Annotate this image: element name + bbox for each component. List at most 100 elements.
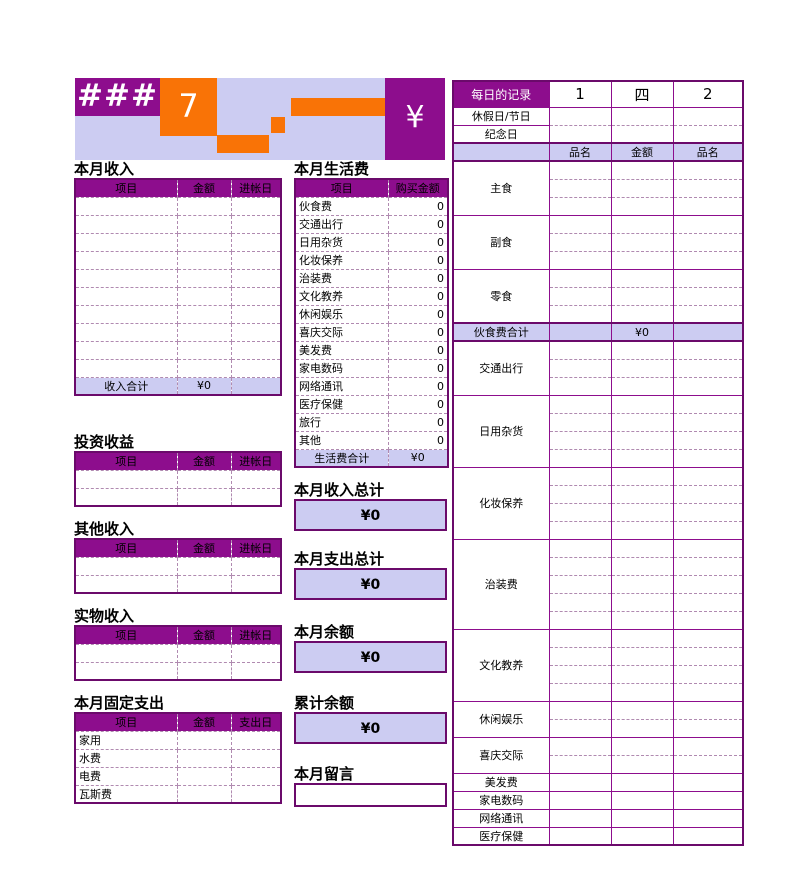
table-row[interactable]: 化妆保养 (452, 466, 744, 540)
daily-cell-name-2[interactable] (672, 484, 744, 504)
table-row[interactable] (74, 358, 282, 378)
table-row[interactable]: 伙食费 0 (294, 196, 449, 216)
income-cell-item[interactable] (74, 304, 178, 324)
daily-cell-amount[interactable] (610, 502, 674, 522)
daily-anniversary-cell[interactable] (672, 124, 744, 144)
daily-cell-name-2[interactable] (672, 412, 744, 432)
income-cell-item[interactable] (74, 268, 178, 288)
daily-cell-name[interactable] (548, 502, 612, 522)
daily-cell-amount[interactable] (610, 700, 674, 720)
fixed-expense-cell-date[interactable] (230, 730, 282, 750)
fixed-expense-cell-amount[interactable] (176, 730, 232, 750)
income-cell-item[interactable] (74, 250, 178, 270)
daily-cell-name-2[interactable] (672, 430, 744, 450)
daily-cell-amount[interactable] (610, 394, 674, 414)
fixed-expense-cell-date[interactable] (230, 748, 282, 768)
daily-cell-amount[interactable] (610, 736, 674, 756)
daily-cell-amount[interactable] (610, 160, 674, 180)
daily-cell-name-2[interactable] (672, 700, 744, 720)
daily-cell-name[interactable] (548, 484, 612, 504)
table-row[interactable]: 旅行 0 (294, 412, 449, 432)
table-row[interactable]: 日用杂货 0 (294, 232, 449, 252)
fixed-expense-cell-item[interactable]: 电费 (74, 766, 178, 786)
income-cell-date[interactable] (230, 268, 282, 288)
table-row[interactable]: 家电数码 (452, 790, 744, 810)
daily-cell-amount[interactable] (610, 214, 674, 234)
income-cell-amount[interactable] (176, 232, 232, 252)
living-expense-cell-amount[interactable]: 0 (387, 232, 449, 252)
daily-cell-name-2[interactable] (672, 358, 744, 378)
income-cell-amount[interactable] (176, 340, 232, 360)
daily-cell-amount[interactable] (610, 250, 674, 270)
table-row[interactable]: 主食 (452, 160, 744, 216)
table-row[interactable] (74, 214, 282, 234)
daily-cell-amount[interactable] (610, 790, 674, 810)
table-row[interactable]: 水费 (74, 748, 282, 768)
daily-anniversary-cell[interactable] (610, 124, 674, 144)
other-income-cell-date[interactable] (230, 574, 282, 594)
daily-cell-amount[interactable] (610, 610, 674, 630)
daily-cell-name[interactable] (548, 610, 612, 630)
daily-cell-name-2[interactable] (672, 826, 744, 846)
income-cell-item[interactable] (74, 322, 178, 342)
investment-cell-date[interactable] (230, 487, 282, 507)
daily-cell-name-2[interactable] (672, 664, 744, 684)
fixed-expense-cell-item[interactable]: 水费 (74, 748, 178, 768)
in-kind-income-table[interactable]: 项目 金额 进帐日 (74, 625, 282, 681)
daily-cell-name[interactable] (548, 178, 612, 198)
daily-cell-name-2[interactable] (672, 592, 744, 612)
daily-cell-name-2[interactable] (672, 466, 744, 486)
daily-cell-name-2[interactable] (672, 538, 744, 558)
income-cell-date[interactable] (230, 304, 282, 324)
daily-cell-name-2[interactable] (672, 250, 744, 270)
daily-cell-amount[interactable] (610, 646, 674, 666)
income-cell-amount[interactable] (176, 304, 232, 324)
fixed-expense-table[interactable]: 项目 金额 支出日 家用 水费 电费 瓦斯费 (74, 712, 282, 804)
other-income-cell-amount[interactable] (176, 574, 232, 594)
daily-cell-name[interactable] (548, 430, 612, 450)
daily-cell-amount[interactable] (610, 484, 674, 504)
table-row[interactable] (74, 286, 282, 306)
daily-cell-name-2[interactable] (672, 502, 744, 522)
daily-cell-name-2[interactable] (672, 628, 744, 648)
daily-cell-name-2[interactable] (672, 340, 744, 360)
living-expense-cell-amount[interactable]: 0 (387, 214, 449, 234)
living-expense-cell-amount[interactable]: 0 (387, 394, 449, 414)
daily-cell-name[interactable] (548, 196, 612, 216)
daily-cell-name[interactable] (548, 772, 612, 792)
daily-cell-name[interactable] (548, 376, 612, 396)
investment-cell-date[interactable] (230, 469, 282, 489)
income-cell-amount[interactable] (176, 196, 232, 216)
income-cell-amount[interactable] (176, 250, 232, 270)
daily-cell-name-2[interactable] (672, 772, 744, 792)
income-table[interactable]: 项目 金额 进帐日 收入合计 ¥0 (74, 178, 282, 396)
daily-cell-amount[interactable] (610, 448, 674, 468)
other-income-cell-date[interactable] (230, 556, 282, 576)
daily-cell-name-2[interactable] (672, 304, 744, 324)
table-row[interactable]: 日用杂货 (452, 394, 744, 468)
daily-cell-name-2[interactable] (672, 574, 744, 594)
daily-cell-name-2[interactable] (672, 682, 744, 702)
income-cell-date[interactable] (230, 286, 282, 306)
fixed-expense-cell-amount[interactable] (176, 784, 232, 804)
table-row[interactable]: 其他 0 (294, 430, 449, 450)
investment-cell-item[interactable] (74, 469, 178, 489)
living-expense-cell-amount[interactable]: 0 (387, 376, 449, 396)
daily-cell-amount[interactable] (610, 232, 674, 252)
table-row[interactable]: 家用 (74, 730, 282, 750)
income-cell-date[interactable] (230, 322, 282, 342)
daily-cell-name-2[interactable] (672, 754, 744, 774)
daily-cell-amount[interactable] (610, 268, 674, 288)
daily-cell-amount[interactable] (610, 412, 674, 432)
daily-cell-name[interactable] (548, 466, 612, 486)
daily-cell-amount[interactable] (610, 628, 674, 648)
income-cell-item[interactable] (74, 340, 178, 360)
living-expense-cell-amount[interactable]: 0 (387, 286, 449, 306)
income-cell-item[interactable] (74, 286, 178, 306)
daily-cell-name-2[interactable] (672, 610, 744, 630)
table-row[interactable] (74, 268, 282, 288)
investment-table[interactable]: 项目 金额 进帐日 (74, 451, 282, 507)
table-row[interactable] (74, 250, 282, 270)
daily-cell-amount[interactable] (610, 826, 674, 846)
daily-cell-name-2[interactable] (672, 520, 744, 540)
